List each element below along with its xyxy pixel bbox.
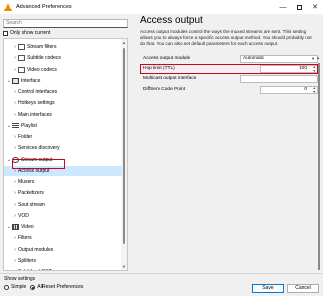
footer-divider [0, 273, 323, 274]
show-settings-label: Show settings [4, 276, 36, 282]
tree-item-playlist[interactable]: ⌄ Playlist [4, 121, 122, 131]
tree-item-label: Stream filters [27, 44, 57, 50]
search-input[interactable]: Search [3, 19, 128, 28]
tree-item-label: Video codecs [27, 66, 57, 73]
tree-item-label: Filters [18, 235, 32, 242]
access-output-module-select[interactable]: Automatic ▼ [240, 55, 318, 63]
scroll-down-icon[interactable]: ▼ [122, 264, 126, 269]
hop-limit-highlight-box [140, 64, 318, 74]
tree-item-label: Subtitles / OSD [18, 269, 52, 270]
diffserv-value: 0 [304, 87, 307, 92]
checkbox-box[interactable] [3, 30, 8, 36]
tree-item-label: Hotkeys settings [18, 100, 55, 107]
sq-icon [18, 66, 25, 73]
tree-item-folder[interactable]: › Folder [4, 132, 122, 142]
list-icon [12, 122, 19, 129]
only-show-current-checkbox[interactable]: Only show current [3, 30, 50, 36]
scroll-up-icon[interactable]: ▲ [316, 55, 320, 60]
film-icon [12, 224, 19, 230]
tree-item-label: Splitters [18, 257, 37, 264]
tree-item-splitters[interactable]: › Splitters [4, 256, 122, 266]
diffserv-label: DiffServ Code Point [143, 87, 186, 92]
close-button[interactable]: ✕ [307, 0, 323, 14]
diffserv-spinbox[interactable]: 0 ▲ ▼ [260, 86, 318, 94]
tree-item-filters[interactable]: › Filters [4, 233, 122, 243]
tree-item-label: Folder [18, 134, 33, 140]
simple-radio[interactable] [4, 284, 9, 290]
panel-description: Access output modules control the ways t… [140, 29, 312, 46]
chevron-down-icon[interactable]: ▼ [311, 56, 315, 62]
tree-item-video-codecs[interactable]: › Video codecs [4, 65, 122, 75]
simple-label: Simple [11, 284, 27, 290]
tree-item-label: Subtitle codecs [27, 55, 61, 62]
tree-item-label: Playlist [21, 122, 37, 129]
tree-item-label: Services discovery [18, 145, 60, 152]
tree-item-packetizers[interactable]: › Packetizers [4, 188, 122, 198]
tree-item-interface[interactable]: ⌄ Interface [4, 76, 122, 86]
maximize-button[interactable] [291, 0, 307, 14]
tree-item-label: Muxers [18, 179, 35, 185]
tree-item-label: Video [21, 224, 34, 230]
scroll-up-icon[interactable]: ▲ [122, 40, 126, 45]
options-scrollbar[interactable]: ▲ [316, 55, 321, 273]
access-output-highlight-box [12, 159, 65, 169]
tree-item-label: Packetizers [18, 190, 44, 197]
tree-item-label: Main interfaces [18, 111, 52, 118]
sq-icon [18, 55, 25, 62]
search-placeholder: Search [6, 20, 22, 26]
all-radio[interactable] [30, 284, 36, 290]
page-title: Access output [140, 15, 203, 26]
scroll-thumb[interactable] [318, 63, 320, 270]
tree-item-subtitles-osd[interactable]: ›Subtitles / OSD [4, 267, 122, 270]
title-bar: Advanced Preferences — ✕ [0, 0, 323, 14]
access-output-module-label: Access output module [143, 56, 191, 61]
tree-item-sout-stream[interactable]: › Sout stream [4, 200, 122, 210]
cancel-button[interactable]: Cancel [287, 284, 319, 293]
scroll-thumb[interactable] [123, 48, 125, 244]
tree-item-vod[interactable]: › VOD [4, 211, 122, 221]
tree-item-services-discovery[interactable]: › Services discovery [4, 143, 122, 153]
tree-item-output-modules[interactable]: › Output modules [4, 245, 122, 255]
reset-preferences-button[interactable]: Reset Preferences [42, 284, 88, 293]
show-settings-radios: Simple All [4, 284, 43, 290]
window-title: Advanced Preferences [16, 4, 72, 10]
tree-item-stream-filters[interactable]: › Stream filters [4, 42, 122, 52]
access-output-module-value: Automatic [243, 56, 265, 61]
multicast-interface-label: Multicast output interface [143, 76, 197, 81]
tree-item-subtitle-codecs[interactable]: › Subtitle codecs [4, 53, 122, 63]
tree-item-hotkeys-settings[interactable]: › Hotkeys settings [4, 98, 122, 108]
tree-item-video[interactable]: ⌄ Video [4, 222, 122, 232]
tree-item-label: VOD [18, 212, 29, 219]
minimize-button[interactable]: — [275, 0, 291, 14]
preferences-tree[interactable]: ▲ ▼ › Stream filters › Subtitle codecs › Vide… [3, 38, 128, 271]
tree-item-label: Interface [21, 77, 41, 84]
multicast-interface-input[interactable] [240, 75, 318, 83]
tree-item-control-interfaces[interactable]: › Control interfaces [4, 87, 122, 97]
sq-icon [18, 44, 25, 50]
mon-icon [12, 77, 19, 84]
vlc-cone-icon [4, 3, 12, 11]
tree-item-main-interfaces[interactable]: › Main interfaces [4, 110, 122, 120]
save-button[interactable]: Save [252, 284, 284, 293]
tree-item-label: Control interfaces [18, 89, 58, 95]
tree-item-label: Sout stream [18, 201, 45, 208]
only-show-current-label: Only show current [10, 30, 51, 36]
tree-item-label: Output modules [18, 246, 54, 253]
tree-item-muxers[interactable]: › Muxers [4, 177, 122, 187]
